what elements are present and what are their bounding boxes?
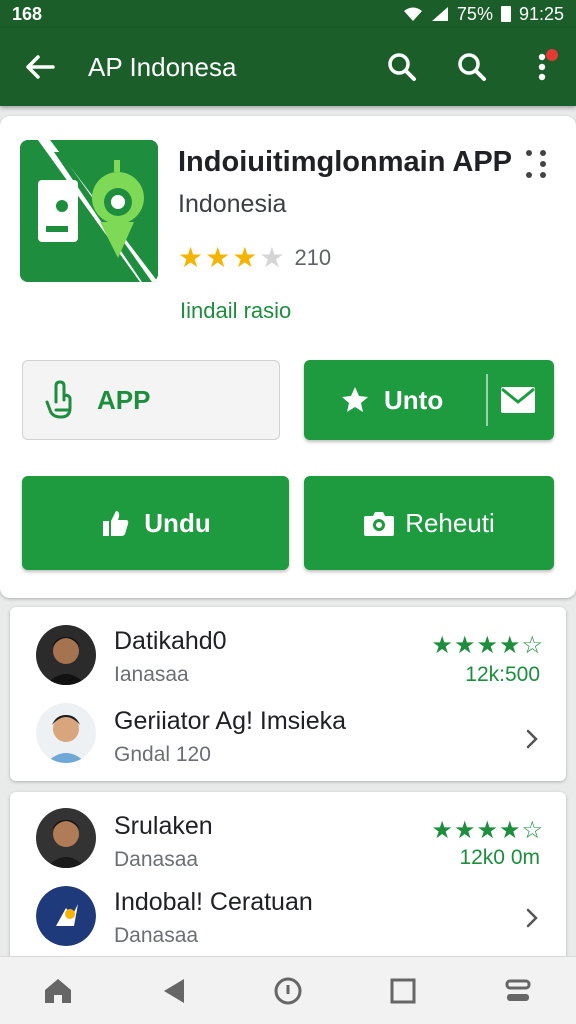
status-left-text: 168	[12, 3, 43, 24]
camera-icon	[364, 512, 395, 536]
chevron-right-icon[interactable]	[522, 906, 542, 930]
review-meta: 12k:500	[465, 663, 540, 686]
app-name: Indoiuitimglonmain APP	[178, 146, 513, 178]
signal-icon	[431, 7, 448, 21]
undu-button-label: Undu	[144, 507, 211, 538]
menu-icon[interactable]	[494, 967, 542, 1015]
reviewer-sub: Danasaa	[114, 848, 199, 871]
review-stars: ★★★★☆	[431, 632, 544, 659]
assistant-icon[interactable]	[264, 967, 312, 1015]
avatar	[36, 886, 96, 946]
status-time: 91:25	[518, 3, 564, 24]
reviewer-name: Datikahd0	[114, 627, 227, 655]
reviewer-name: Srulaken	[114, 812, 213, 840]
wifi-icon	[403, 7, 422, 21]
app-developer: Indonesia	[178, 190, 287, 218]
reviewer-name: Geriiator Ag! Imsieka	[114, 707, 347, 735]
reheuti-button[interactable]: Reheuti	[304, 476, 554, 570]
avatar	[36, 625, 96, 685]
battery-icon	[500, 6, 511, 22]
battery-percent: 75%	[456, 3, 493, 24]
star-icon: ★	[178, 242, 204, 273]
unto-button-label: Unto	[384, 384, 444, 415]
avatar	[36, 808, 96, 868]
star-icon: ★	[205, 242, 231, 273]
back-icon[interactable]	[149, 967, 197, 1015]
list-item[interactable]: Indobal! Ceratuan Danasaa	[10, 878, 566, 958]
search-icon[interactable]	[382, 47, 422, 87]
app-bar-title: AP Indonesa	[88, 51, 237, 82]
undu-button[interactable]: Undu	[22, 476, 289, 570]
reviewer-sub: Ianasaa	[114, 663, 189, 686]
recents-icon[interactable]	[379, 967, 427, 1015]
star-icon: ★	[232, 242, 258, 273]
avatar	[36, 703, 96, 763]
thumbs-up-icon	[103, 511, 129, 536]
more-vert-icon[interactable]	[522, 47, 562, 87]
review-stars: ★★★★☆	[431, 817, 544, 844]
list-item[interactable]: Geriiator Ag! Imsieka Gndal 120	[10, 697, 566, 777]
app-button-label: APP	[97, 384, 151, 415]
status-right: 75% 91:25	[403, 4, 564, 25]
home-icon[interactable]	[34, 967, 82, 1015]
system-nav-bar	[0, 956, 576, 1024]
app-bar: AP Indonesa	[0, 28, 576, 106]
mail-icon[interactable]	[500, 386, 536, 414]
button-divider	[486, 374, 488, 426]
search-icon[interactable]	[452, 47, 492, 87]
app-button[interactable]: APP	[22, 360, 280, 440]
star-icon	[342, 387, 368, 412]
unto-button[interactable]: Unto	[304, 360, 554, 440]
list-item[interactable]: Srulaken Danasaa ★★★★☆ 12k0 0m	[10, 802, 566, 882]
app-detail-card: Indoiuitimglonmain APP Indonesia ★ ★ ★ ★…	[0, 116, 576, 598]
review-card: Srulaken Danasaa ★★★★☆ 12k0 0m Indobal! …	[10, 792, 566, 960]
rating-count: 210	[294, 245, 332, 270]
star-icon: ★	[259, 242, 285, 273]
list-item[interactable]: Datikahd0 Ianasaa ★★★★☆ 12k:500	[10, 617, 566, 697]
review-card: Datikahd0 Ianasaa ★★★★☆ 12k:500 Geriiato…	[10, 607, 566, 781]
notification-badge	[546, 49, 558, 61]
reheuti-button-label: Reheuti	[405, 507, 495, 538]
chevron-right-icon[interactable]	[522, 727, 542, 751]
app-icon[interactable]	[20, 140, 158, 282]
touch-icon	[45, 380, 72, 419]
reviewer-sub: Danasaa	[114, 924, 199, 947]
back-arrow-icon[interactable]	[22, 49, 58, 85]
more-options-icon[interactable]	[522, 146, 552, 180]
review-meta: 12k0 0m	[459, 846, 540, 869]
app-rating: ★ ★ ★ ★ 210	[178, 244, 331, 272]
app-link[interactable]: Iindail rasio	[180, 298, 291, 324]
status-bar: 168 75% 91:25	[0, 0, 576, 28]
reviewer-name: Indobal! Ceratuan	[114, 888, 313, 916]
reviewer-sub: Gndal 120	[114, 743, 211, 766]
